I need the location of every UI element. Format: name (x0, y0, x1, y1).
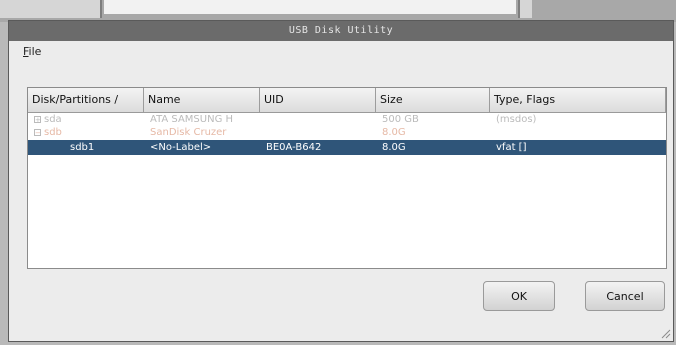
table-row-selected[interactable]: sdb1 <No-Label> BE0A-B642 8.0G vfat [] (28, 140, 666, 155)
cancel-button[interactable]: Cancel (585, 281, 665, 311)
partitions-table[interactable]: Disk/Partitions / Name UID Size Type, Fl… (27, 87, 667, 269)
table-header: Disk/Partitions / Name UID Size Type, Fl… (28, 88, 666, 113)
menubar: File (9, 41, 673, 63)
type-cell: vfat [] (496, 142, 527, 153)
name-cell: ATA SAMSUNG H (150, 114, 234, 125)
file-menu[interactable]: File (23, 45, 41, 58)
name-cell: <No-Label> (150, 142, 212, 153)
window-title[interactable]: USB Disk Utility (9, 21, 673, 41)
header-size[interactable]: Size (376, 88, 490, 112)
file-menu-label: ile (28, 45, 42, 58)
disk-name: sdb (44, 127, 62, 138)
type-cell: (msdos) (496, 114, 537, 125)
disk-cell: + sda (28, 113, 144, 126)
type-cell (490, 126, 666, 139)
header-type-flags[interactable]: Type, Flags (490, 88, 666, 112)
background-window-right (518, 0, 532, 18)
size-cell: 8.0G (382, 127, 406, 138)
expand-plus-icon[interactable]: + (34, 115, 41, 123)
ok-button[interactable]: OK (483, 281, 555, 311)
uid-cell (260, 113, 376, 126)
uid-cell (260, 126, 376, 139)
collapse-minus-icon[interactable]: − (34, 128, 41, 136)
name-cell: SanDisk Cruzer (150, 127, 227, 138)
partition-cell: sdb1 (70, 142, 95, 153)
disk-cell: − sdb (28, 126, 144, 139)
table-row[interactable]: − sdb SanDisk Cruzer 8.0G (28, 126, 666, 139)
table-row[interactable]: + sda ATA SAMSUNG H 500 GB (msdos) (28, 113, 666, 126)
resize-grip-icon[interactable] (659, 327, 671, 339)
background-window-left (0, 0, 102, 18)
header-name[interactable]: Name (144, 88, 260, 112)
usb-disk-utility-dialog: USB Disk Utility File Disk/Partitions / … (8, 20, 674, 342)
disk-name: sda (44, 114, 62, 125)
uid-cell: BE0A-B642 (266, 142, 322, 153)
header-disk-partitions[interactable]: Disk/Partitions / (28, 88, 144, 112)
size-cell: 500 GB (382, 114, 419, 125)
header-uid[interactable]: UID (260, 88, 376, 112)
size-cell: 8.0G (382, 142, 406, 153)
background-window-content (104, 0, 516, 14)
